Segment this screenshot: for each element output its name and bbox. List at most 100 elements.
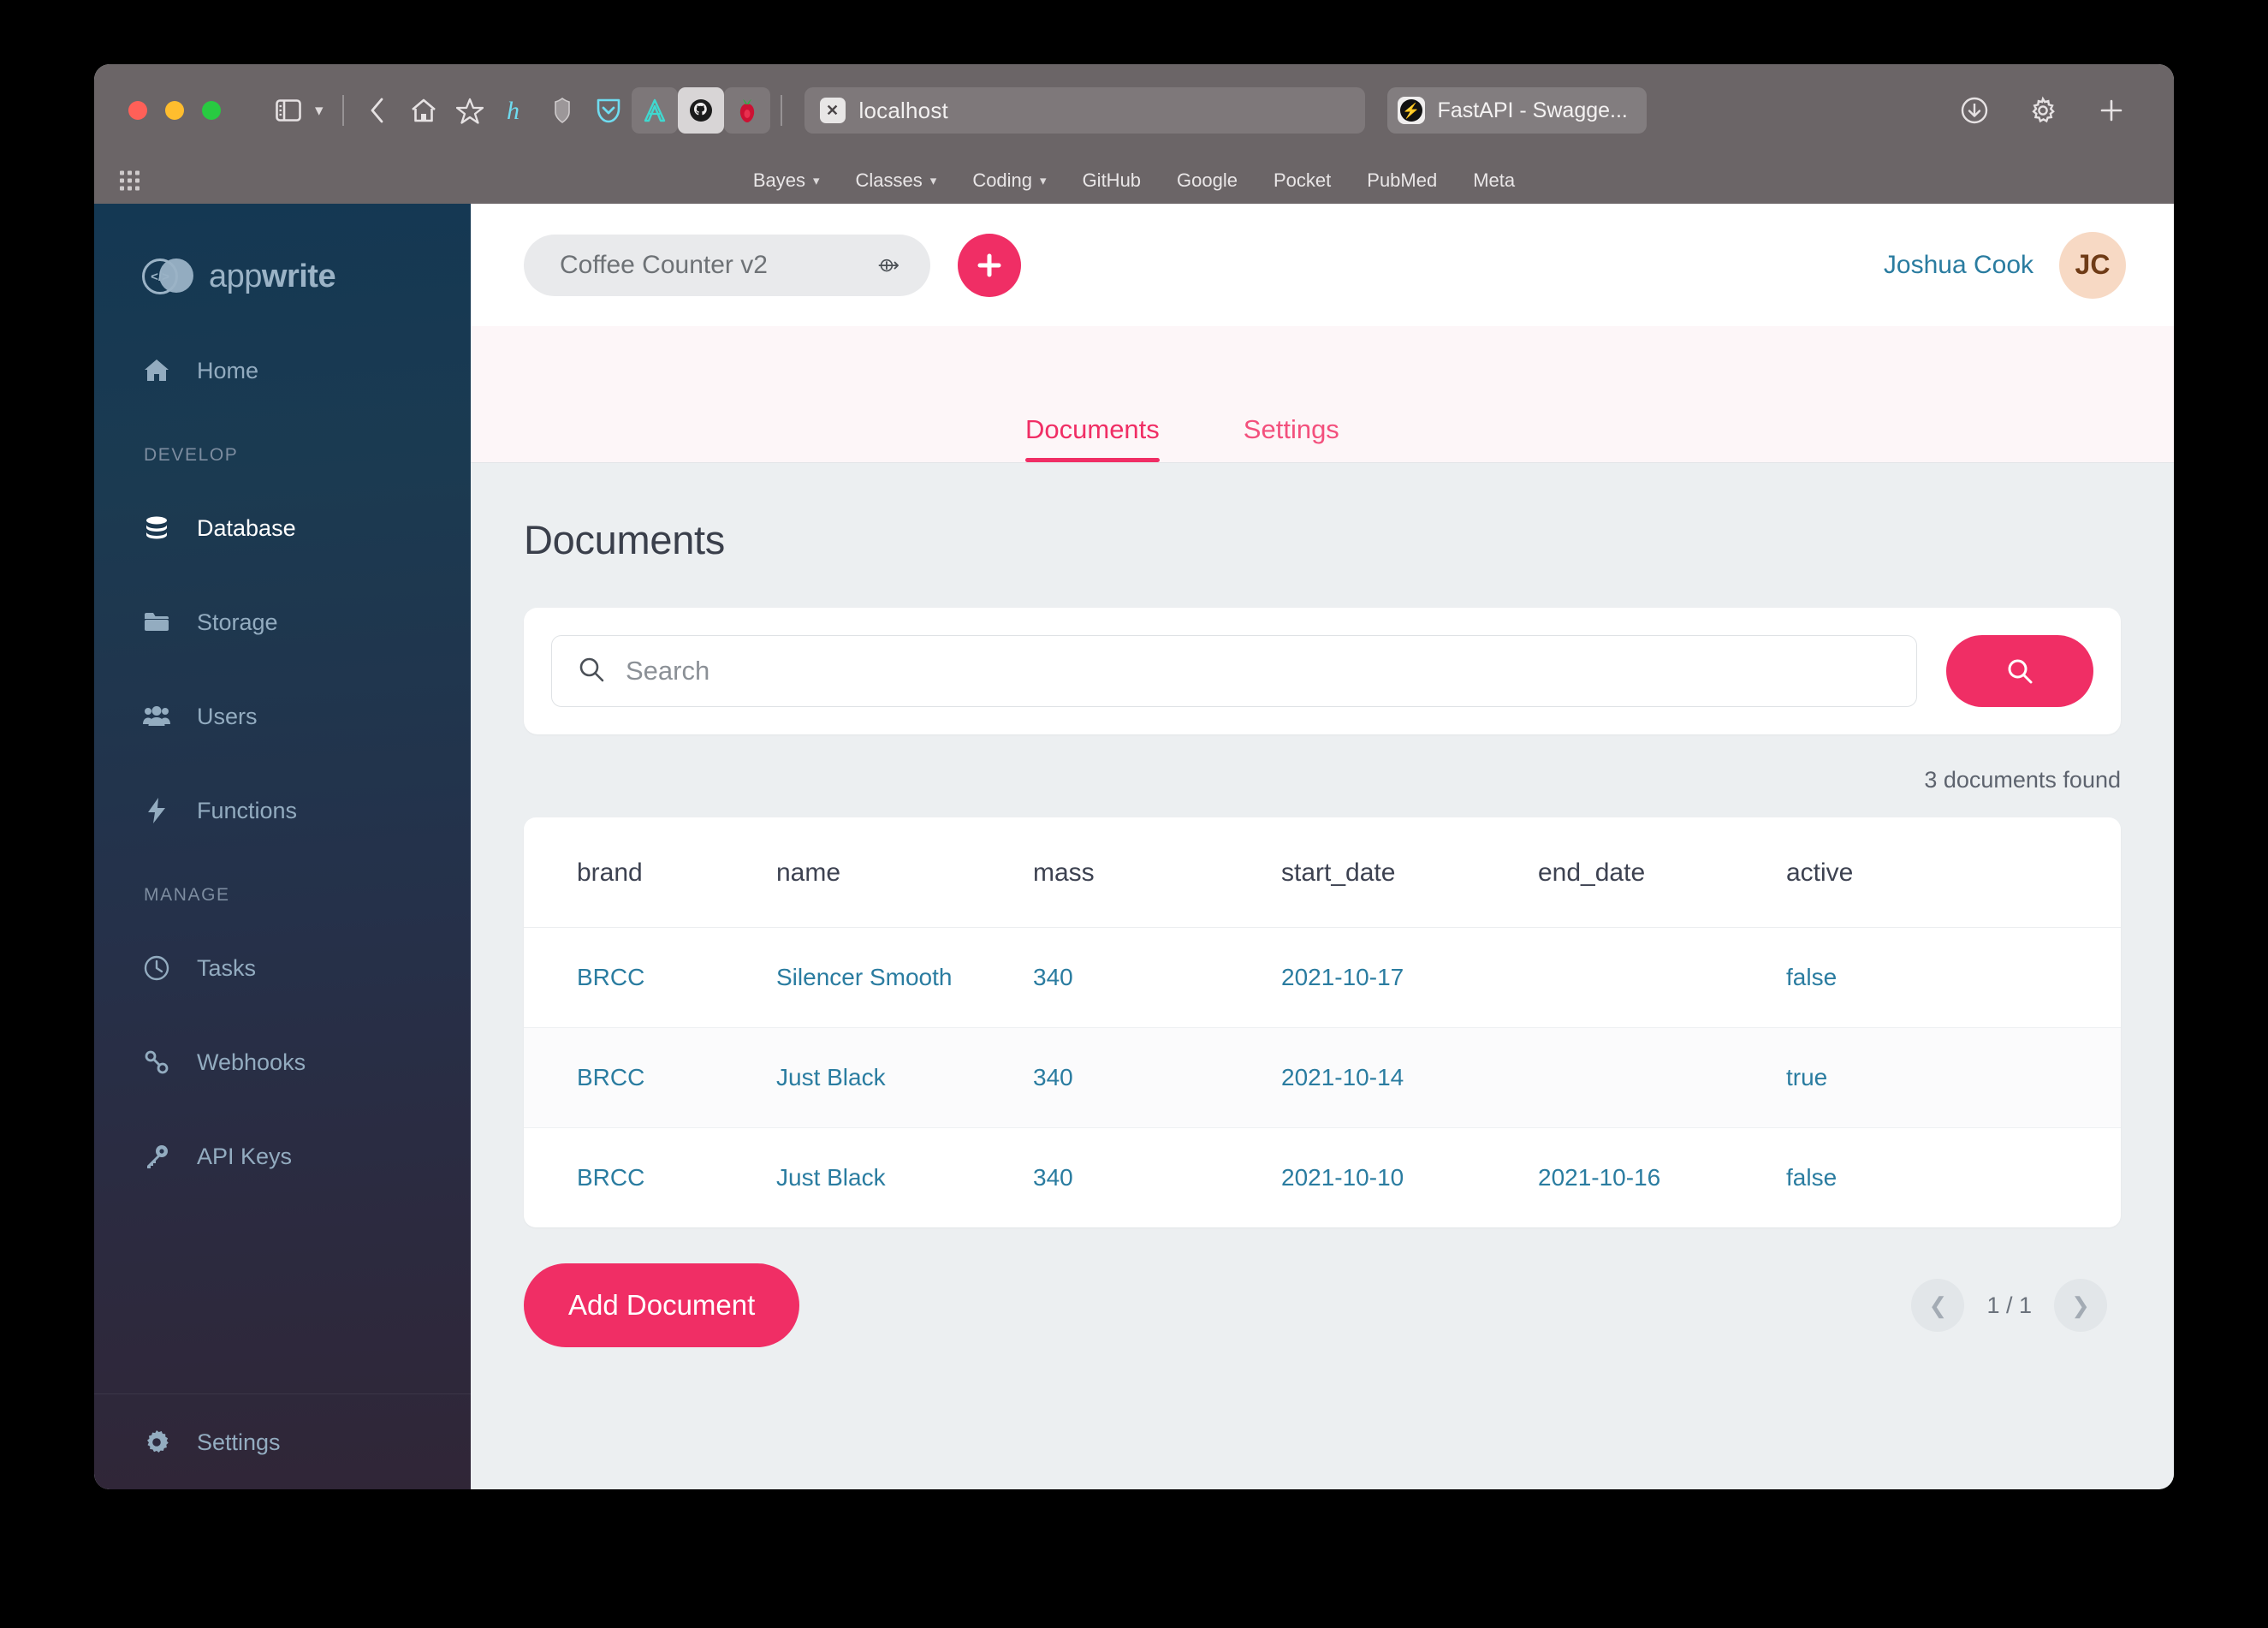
apps-grid-icon[interactable]	[120, 170, 140, 190]
bookmark-meta[interactable]: Meta	[1455, 169, 1533, 192]
sidebar-section-manage: MANAGE	[94, 873, 471, 918]
pocket-extension-icon[interactable]	[585, 87, 632, 134]
github-extension-icon[interactable]	[678, 87, 724, 134]
back-icon[interactable]	[354, 87, 401, 134]
chevron-down-icon: ▾	[1040, 173, 1047, 188]
table-row[interactable]: BRCC Just Black 340 2021-10-10 2021-10-1…	[524, 1128, 2121, 1228]
shield-extension-icon[interactable]	[539, 87, 585, 134]
sidebar-item-label: Tasks	[197, 955, 256, 982]
browser-toolbar: ▾ h	[94, 64, 2174, 157]
column-header-active[interactable]: active	[1786, 817, 2121, 928]
address-bar-active-tab[interactable]: ✕ localhost	[804, 87, 1365, 134]
cell-start-date: 2021-10-10	[1281, 1128, 1538, 1228]
sidebar-item-label: Settings	[197, 1429, 281, 1456]
bookmark-classes[interactable]: Classes▾	[838, 169, 955, 192]
active-tab-label: localhost	[859, 98, 948, 124]
user-name-link[interactable]: Joshua Cook	[1884, 251, 2033, 280]
bookmark-pubmed[interactable]: PubMed	[1349, 169, 1455, 192]
background-tab-label: FastAPI - Swagge...	[1438, 98, 1628, 123]
column-header-brand[interactable]: brand	[524, 817, 776, 928]
search-icon	[578, 656, 605, 687]
table-body: BRCC Silencer Smooth 340 2021-10-17 fals…	[524, 928, 2121, 1228]
cell-mass: 340	[1033, 1128, 1281, 1228]
cell-name: Silencer Smooth	[776, 928, 1033, 1028]
sidebar-item-functions[interactable]: Functions	[94, 763, 471, 858]
bookmark-label: Meta	[1473, 169, 1515, 192]
sidebar-item-storage[interactable]: Storage	[94, 575, 471, 669]
cell-end-date	[1538, 928, 1786, 1028]
toolbar-divider-2	[781, 95, 782, 126]
bookmark-google[interactable]: Google	[1159, 169, 1256, 192]
column-header-mass[interactable]: mass	[1033, 817, 1281, 928]
new-tab-icon[interactable]	[2088, 87, 2134, 134]
cell-brand: BRCC	[524, 928, 776, 1028]
project-selector[interactable]: Coffee Counter v2 ⟴	[524, 235, 930, 296]
maximize-window-button[interactable]	[202, 101, 221, 120]
bookmark-github[interactable]: GitHub	[1065, 169, 1159, 192]
tab-documents[interactable]: Documents	[1025, 414, 1160, 462]
sidebar-item-database[interactable]: Database	[94, 481, 471, 575]
toolbar-divider	[342, 95, 344, 126]
gear-icon[interactable]	[2020, 87, 2066, 134]
search-button[interactable]	[1946, 635, 2093, 707]
link-icon	[142, 1049, 171, 1075]
avatar[interactable]: JC	[2059, 232, 2126, 299]
sidebar-toggle-icon[interactable]	[265, 87, 312, 134]
add-project-button[interactable]	[958, 234, 1021, 297]
close-window-button[interactable]	[128, 101, 147, 120]
appwrite-logo[interactable]: </> appwrite	[94, 204, 471, 305]
table-row[interactable]: BRCC Just Black 340 2021-10-14 true	[524, 1028, 2121, 1128]
users-icon	[142, 705, 171, 728]
gear-icon	[142, 1430, 171, 1454]
cell-active: true	[1786, 1028, 2121, 1128]
honey-extension-icon[interactable]: h	[493, 87, 539, 134]
search-input[interactable]: Search	[551, 635, 1917, 707]
page-title: Documents	[524, 516, 2121, 563]
user-area: Joshua Cook JC	[1884, 232, 2126, 299]
sidebar-item-label: Users	[197, 704, 258, 730]
pagination-prev-button[interactable]: ❮	[1911, 1279, 1964, 1332]
column-header-start-date[interactable]: start_date	[1281, 817, 1538, 928]
sidebar-item-settings[interactable]: Settings	[94, 1394, 471, 1489]
browser-window: ▾ h	[94, 64, 2174, 1489]
sidebar-item-label: Webhooks	[197, 1049, 306, 1076]
cell-end-date: 2021-10-16	[1538, 1128, 1786, 1228]
bookmark-label: Classes	[856, 169, 923, 192]
collection-tabs: Documents Settings	[471, 326, 2174, 463]
bookmark-bayes[interactable]: Bayes▾	[735, 169, 838, 192]
tab-settings[interactable]: Settings	[1244, 414, 1339, 462]
sidebar-item-users[interactable]: Users	[94, 669, 471, 763]
sidebar-section-develop: DEVELOP	[94, 433, 471, 478]
column-header-end-date[interactable]: end_date	[1538, 817, 1786, 928]
window-traffic-lights	[128, 101, 221, 120]
grammarly-extension-icon[interactable]	[632, 87, 678, 134]
bookmark-pocket[interactable]: Pocket	[1256, 169, 1349, 192]
column-header-name[interactable]: name	[776, 817, 1033, 928]
add-document-button[interactable]: Add Document	[524, 1263, 799, 1347]
search-card: Search	[524, 608, 2121, 734]
sidebar-item-label: Storage	[197, 609, 278, 636]
background-tab[interactable]: ⚡ FastAPI - Swagge...	[1387, 87, 1647, 134]
cell-start-date: 2021-10-14	[1281, 1028, 1538, 1128]
bookmark-star-icon[interactable]	[447, 87, 493, 134]
project-selector-label: Coffee Counter v2	[560, 251, 768, 280]
table-header-row: brand name mass start_date end_date acti…	[524, 817, 2121, 928]
cell-start-date: 2021-10-17	[1281, 928, 1538, 1028]
sidebar-item-home[interactable]: Home	[94, 324, 471, 418]
minimize-window-button[interactable]	[165, 101, 184, 120]
bookmark-label: Google	[1177, 169, 1238, 192]
bolt-icon	[142, 797, 171, 824]
bookmark-label: GitHub	[1083, 169, 1141, 192]
pagination-next-button[interactable]: ❯	[2054, 1279, 2107, 1332]
bookmark-coding[interactable]: Coding▾	[954, 169, 1064, 192]
beets-extension-icon[interactable]	[724, 87, 770, 134]
sidebar-item-tasks[interactable]: Tasks	[94, 921, 471, 1015]
sidebar-item-api-keys[interactable]: API Keys	[94, 1109, 471, 1203]
svg-text:h: h	[507, 97, 520, 125]
home-icon[interactable]	[401, 87, 447, 134]
table-row[interactable]: BRCC Silencer Smooth 340 2021-10-17 fals…	[524, 928, 2121, 1028]
downloads-icon[interactable]	[1951, 87, 1998, 134]
sidebar-item-webhooks[interactable]: Webhooks	[94, 1015, 471, 1109]
sidebar-footer: Settings	[94, 1393, 471, 1489]
chevron-down-icon[interactable]: ▾	[315, 101, 324, 121]
